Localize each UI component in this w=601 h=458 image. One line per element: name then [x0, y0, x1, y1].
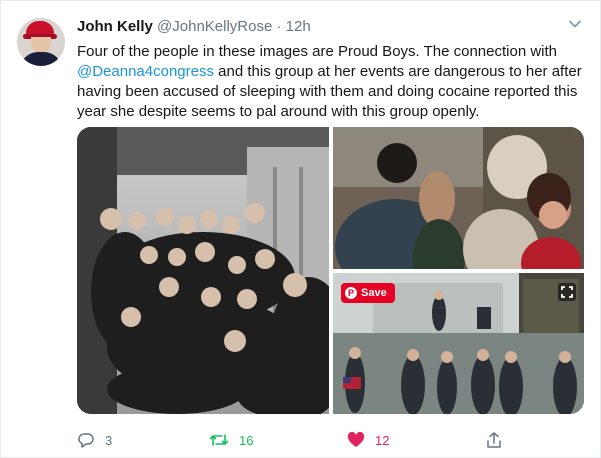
pinterest-save-button[interactable]: P Save: [341, 283, 395, 303]
tweet-text-line: having been accused of sleeping with the…: [77, 83, 578, 100]
share-icon: [487, 432, 501, 448]
mention-link[interactable]: @Deanna4congress: [77, 63, 214, 80]
retweet-button[interactable]: 16: [209, 429, 253, 451]
reply-count: 3: [105, 432, 113, 448]
tweet-card[interactable]: John Kelly @JohnKellyRose · 12h Four of …: [0, 0, 601, 458]
photo-group[interactable]: [77, 127, 329, 414]
tweet-timestamp[interactable]: 12h: [286, 18, 311, 35]
like-button[interactable]: 12: [347, 429, 389, 451]
tweet-text-line: Four of the people in these images are P…: [77, 43, 558, 60]
separator-dot: ·: [276, 18, 282, 35]
expand-icon[interactable]: [558, 283, 576, 301]
author-name[interactable]: John Kelly: [77, 18, 153, 35]
tweet-actions: 3 16 12: [77, 429, 507, 451]
reply-button[interactable]: 3: [77, 429, 112, 451]
caret-down-icon[interactable]: [568, 17, 582, 31]
tweet-text: Four of the people in these images are P…: [77, 42, 582, 122]
photo-closeup-art: [333, 127, 584, 269]
tweet-text-line: and this group at her events are dangero…: [218, 63, 582, 80]
like-count: 12: [375, 432, 390, 448]
photo-rally[interactable]: P Save: [333, 273, 584, 414]
photo-group-art: [77, 127, 329, 414]
share-button[interactable]: [485, 429, 503, 451]
media-grid: P Save: [77, 127, 584, 414]
tweet-text-line: year she despite seems to pal around wit…: [77, 103, 480, 120]
photo-closeup[interactable]: [333, 127, 584, 269]
like-icon: [347, 431, 365, 447]
author-handle[interactable]: @JohnKellyRose: [157, 18, 272, 35]
retweet-icon: [209, 434, 229, 446]
save-label: Save: [361, 287, 387, 299]
reply-icon: [78, 433, 94, 448]
tweet-header: John Kelly @JohnKellyRose · 12h: [77, 18, 311, 35]
retweet-count: 16: [239, 432, 254, 448]
avatar[interactable]: [17, 18, 65, 66]
pinterest-save-icon: P: [345, 287, 357, 299]
